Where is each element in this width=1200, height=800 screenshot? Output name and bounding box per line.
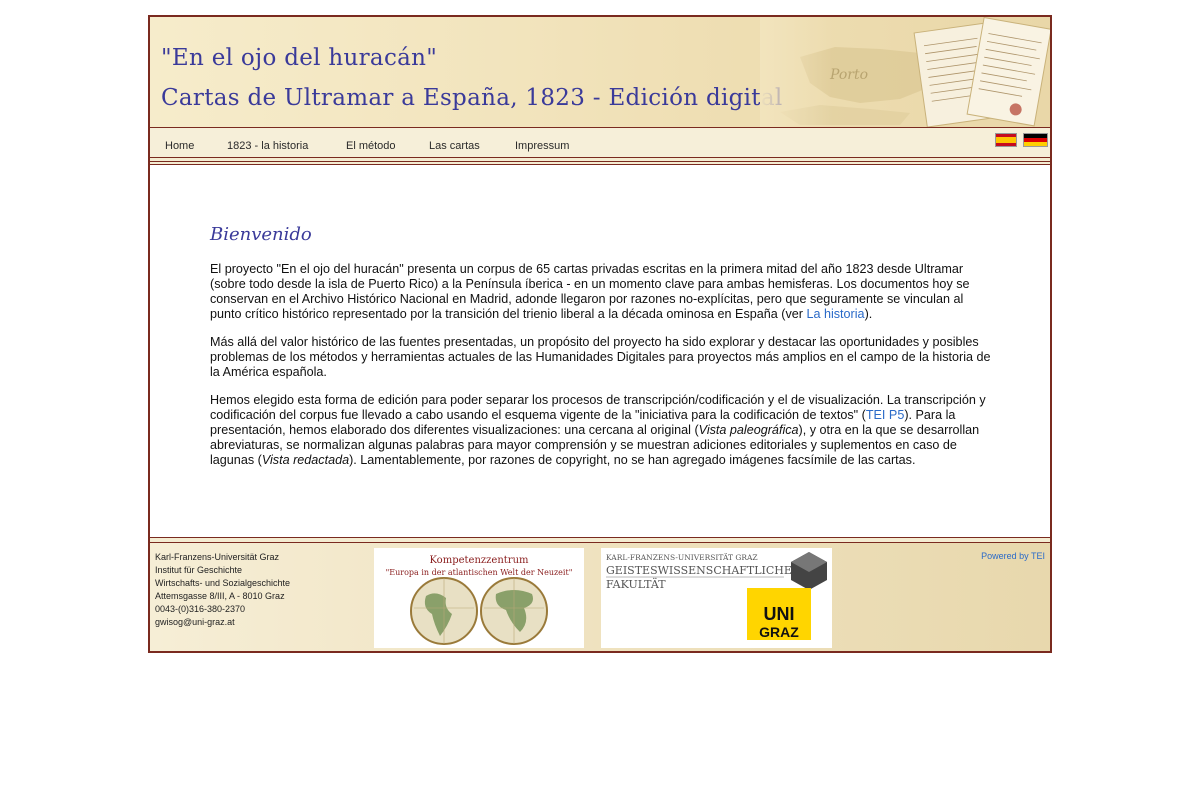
historia-link[interactable]: La historia xyxy=(806,307,864,321)
header-letters-map-image: Porto xyxy=(760,17,1050,127)
es-flag-icon[interactable] xyxy=(995,133,1017,147)
site-title: "En el ojo del huracán" xyxy=(161,45,438,71)
welcome-heading: Bienvenido xyxy=(210,224,312,245)
kompetenz-title: Kompetenzzentrum xyxy=(429,555,529,566)
intro-paragraph: El proyecto "En el ojo del huracán" pres… xyxy=(210,262,992,322)
nav-impressum[interactable]: Impressum xyxy=(515,140,569,152)
uni-badge-text-a: UNI xyxy=(764,604,795,624)
world-map-right-icon xyxy=(480,577,548,645)
uni-name-line: KARL-FRANZENS-UNIVERSITÄT GRAZ xyxy=(606,553,758,562)
purpose-paragraph: Más allá del valor histórico de las fuen… xyxy=(210,335,991,379)
de-flag-icon[interactable] xyxy=(1023,133,1048,147)
powered-prefix: Powered by xyxy=(981,551,1031,561)
nav-cartas[interactable]: Las cartas xyxy=(429,140,480,152)
address-line: Attemsgasse 8/III, A - 8010 Graz xyxy=(155,591,285,601)
main-nav: Home 1823 - la historia El método Las ca… xyxy=(150,128,1050,162)
nav-historia[interactable]: 1823 - la historia xyxy=(227,140,308,152)
address-line: Karl-Franzens-Universität Graz xyxy=(155,552,280,562)
tei-link-text: TEI xyxy=(1030,551,1045,561)
world-map-left-icon xyxy=(410,577,478,645)
contact-address: Karl-Franzens-Universität Graz Institut … xyxy=(155,551,290,629)
address-line: Institut für Geschichte xyxy=(155,565,243,575)
address-email: gwisog@uni-graz.at xyxy=(155,617,235,627)
uni-badge-text-b: GRAZ xyxy=(759,624,799,640)
site-footer: Karl-Franzens-Universität Graz Institut … xyxy=(150,542,1050,651)
uni-graz-faculty-logo[interactable]: KARL-FRANZENS-UNIVERSITÄT GRAZ GEISTESWI… xyxy=(601,548,832,648)
site-subtitle: Cartas de Ultramar a España, 1823 - Edic… xyxy=(161,85,783,111)
intro-text-end: ). xyxy=(864,307,873,321)
kompetenzzentrum-logo[interactable]: Kompetenzzentrum "Europa in der atlantis… xyxy=(374,548,584,648)
faculty-name-line2: FAKULTÄT xyxy=(606,577,666,591)
nav-home[interactable]: Home xyxy=(165,140,194,152)
powered-by-tei-link[interactable]: Powered by TEI xyxy=(981,551,1045,561)
address-line: Wirtschafts- und Sozialgeschichte xyxy=(155,578,291,588)
edition-paragraph: Hemos elegido esta forma de edición para… xyxy=(210,393,992,468)
edition-text-d: ). Lamentablemente, por razones de copyr… xyxy=(349,453,916,467)
address-line: 0043-(0)316-380-2370 xyxy=(155,604,246,614)
site-header: "En el ojo del huracán" Cartas de Ultram… xyxy=(150,17,1050,128)
kompetenz-subtitle: "Europa in der atlantischen Welt der Neu… xyxy=(386,568,573,577)
page-frame: "En el ojo del huracán" Cartas de Ultram… xyxy=(148,15,1052,653)
main-content: Bienvenido El proyecto "En el ojo del hu… xyxy=(150,164,1050,538)
tei-p5-link[interactable]: TEI P5 xyxy=(866,408,905,422)
vista-redactada-term: Vista redactada xyxy=(261,453,350,467)
vista-paleografica-term: Vista paleográfica xyxy=(698,423,799,437)
nav-metodo[interactable]: El método xyxy=(346,140,396,152)
faculty-name-line1: GEISTESWISSENSCHAFTLICHE xyxy=(606,564,792,577)
